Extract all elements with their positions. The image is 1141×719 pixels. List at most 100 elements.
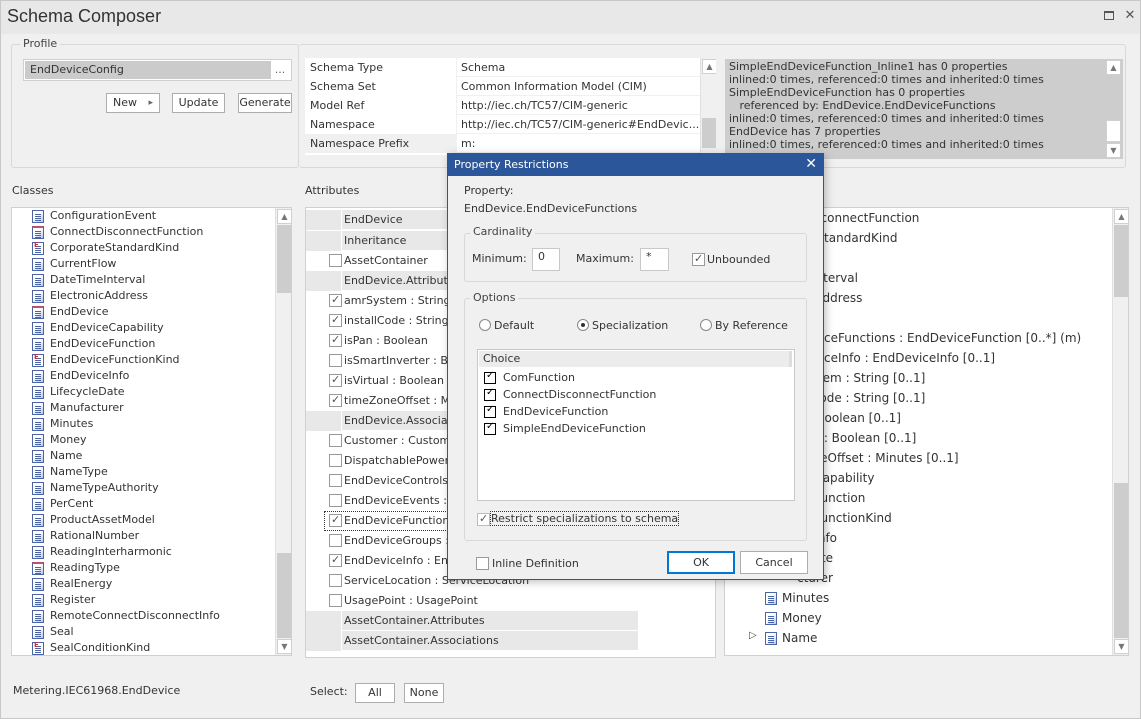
- attribute-checkbox[interactable]: [329, 494, 342, 507]
- class-icon: [32, 530, 44, 543]
- choice-list: Choice ComFunction ConnectDisconnectFunc…: [477, 349, 795, 501]
- attribute-section-header[interactable]: AssetContainer.Associations: [306, 631, 638, 651]
- scroll-down-icon[interactable]: ▼: [1114, 639, 1128, 654]
- property-value[interactable]: Common Information Model (CIM): [458, 77, 701, 96]
- row-gutter: [306, 631, 342, 651]
- cancel-button[interactable]: Cancel: [740, 551, 808, 574]
- property-row[interactable]: Namespace http://iec.ch/TC57/CIM-generic…: [305, 115, 701, 134]
- attribute-checkbox[interactable]: [329, 534, 342, 547]
- attribute-checkbox[interactable]: [329, 574, 342, 587]
- close-icon[interactable]: ✕: [1123, 9, 1137, 23]
- log-line: inlined:0 times, referenced:0 times and …: [729, 112, 1044, 125]
- property-row[interactable]: Schema Type Schema: [305, 58, 701, 77]
- attribute-checkbox[interactable]: [329, 513, 342, 527]
- class-icon: [32, 322, 44, 335]
- class-icon: [32, 626, 44, 639]
- scrollbar-thumb-upper[interactable]: [277, 225, 291, 293]
- property-value[interactable]: http://iec.ch/TC57/CIM-generic#EndDevic.…: [458, 115, 701, 134]
- attribute-checkbox[interactable]: [329, 474, 342, 487]
- cardinality-group-label: Cardinality: [470, 225, 536, 238]
- tree-node-label: Minutes: [782, 591, 830, 605]
- scrollbar-thumb[interactable]: [1106, 120, 1121, 142]
- properties-scrollbar[interactable]: ▲: [700, 58, 716, 155]
- attribute-checkbox[interactable]: [329, 434, 342, 447]
- choice-column-header[interactable]: Choice: [479, 351, 792, 367]
- log-line: SimpleEndDeviceFunction has 0 properties: [729, 86, 965, 99]
- attribute-checkbox[interactable]: [329, 393, 342, 407]
- property-row[interactable]: Namespace Prefix m:: [305, 134, 701, 153]
- property-row[interactable]: Schema Set Common Information Model (CIM…: [305, 77, 701, 96]
- class-name: Register: [50, 593, 96, 606]
- schema-tree-scrollbar[interactable]: ▲ ▼: [1112, 208, 1128, 655]
- by-reference-radio[interactable]: [700, 319, 712, 331]
- property-value[interactable]: http://iec.ch/TC57/CIM-generic: [458, 96, 701, 115]
- choice-label: ConnectDisconnectFunction: [503, 388, 657, 401]
- choice-checkbox[interactable]: [484, 404, 496, 418]
- scroll-down-icon[interactable]: ▼: [277, 639, 291, 654]
- class-name: EndDevice: [50, 305, 109, 318]
- choice-checkbox[interactable]: [484, 421, 496, 435]
- class-name: EndDeviceFunctionKind: [50, 353, 180, 366]
- maximum-input[interactable]: *: [640, 248, 669, 271]
- scrollbar-thumb[interactable]: [702, 118, 716, 148]
- select-all-button[interactable]: All: [355, 683, 395, 703]
- attribute-checkbox[interactable]: [329, 373, 342, 387]
- scroll-up-icon[interactable]: ▲: [277, 209, 291, 224]
- maximize-icon[interactable]: [1102, 9, 1116, 23]
- default-radio[interactable]: [479, 319, 491, 331]
- class-icon: [32, 226, 44, 239]
- specialization-radio[interactable]: [577, 319, 589, 331]
- unbounded-checkbox[interactable]: [692, 252, 705, 266]
- attribute-checkbox[interactable]: [329, 553, 342, 567]
- log-scrollbar[interactable]: ▲ ▼: [1105, 60, 1122, 158]
- scrollbar-thumb[interactable]: [277, 553, 291, 638]
- scroll-up-icon[interactable]: ▲: [702, 59, 716, 74]
- property-row[interactable]: Model Ref http://iec.ch/TC57/CIM-generic: [305, 96, 701, 115]
- ok-button[interactable]: OK: [667, 551, 735, 574]
- attribute-checkbox[interactable]: [329, 254, 342, 267]
- scroll-up-icon[interactable]: ▲: [1114, 209, 1128, 224]
- scroll-down-icon[interactable]: ▼: [1106, 143, 1121, 158]
- property-value[interactable]: Schema: [458, 58, 701, 77]
- browse-profile-button[interactable]: ...: [271, 63, 289, 76]
- generate-button[interactable]: Generate: [238, 93, 292, 113]
- attribute-checkbox[interactable]: [329, 293, 342, 307]
- expand-icon[interactable]: ▷: [749, 630, 757, 641]
- property-value[interactable]: m:: [458, 134, 701, 153]
- restrict-specializations-label[interactable]: Restrict specializations to schema: [489, 511, 680, 526]
- class-icon: [32, 578, 44, 591]
- scrollbar-thumb-upper[interactable]: [1114, 225, 1128, 297]
- close-icon[interactable]: ✕: [805, 156, 817, 172]
- scroll-up-icon[interactable]: ▲: [1106, 60, 1121, 75]
- select-none-button[interactable]: None: [404, 683, 444, 703]
- update-button[interactable]: Update: [172, 93, 225, 113]
- attribute-label: amrSystem : String: [344, 294, 451, 307]
- class-name: PerCent: [50, 497, 94, 510]
- choice-checkbox[interactable]: [484, 387, 496, 401]
- tree-node-label: Name: [782, 631, 818, 645]
- class-icon: [32, 338, 44, 351]
- attribute-checkbox[interactable]: [329, 594, 342, 607]
- attribute-section-header[interactable]: AssetContainer.Attributes: [306, 611, 638, 631]
- inline-definition-checkbox[interactable]: [476, 557, 489, 570]
- class-name: Name: [50, 449, 83, 462]
- attribute-checkbox[interactable]: [329, 313, 342, 327]
- attribute-checkbox[interactable]: [329, 333, 342, 347]
- class-icon: [32, 514, 44, 527]
- attribute-label: installCode : String: [344, 314, 449, 327]
- class-icon: [32, 402, 44, 415]
- classes-scrollbar[interactable]: ▲ ▼: [275, 208, 291, 655]
- specialization-radio-label: Specialization: [592, 319, 669, 332]
- class-name: SealConditionKind: [50, 641, 151, 654]
- attribute-row[interactable]: UsagePoint : UsagePoint: [306, 591, 638, 611]
- row-gutter: [306, 231, 342, 251]
- attribute-checkbox[interactable]: [329, 454, 342, 467]
- class-name: ConfigurationEvent: [50, 209, 157, 222]
- new-button[interactable]: New ▸: [106, 93, 160, 113]
- attribute-checkbox[interactable]: [329, 354, 342, 367]
- restrict-specializations-checkbox[interactable]: [477, 512, 490, 526]
- minimum-input[interactable]: 0: [532, 248, 560, 271]
- choice-checkbox[interactable]: [484, 370, 496, 384]
- profile-name-field[interactable]: EndDeviceConfig ...: [23, 59, 292, 81]
- scrollbar-thumb[interactable]: [1114, 483, 1128, 638]
